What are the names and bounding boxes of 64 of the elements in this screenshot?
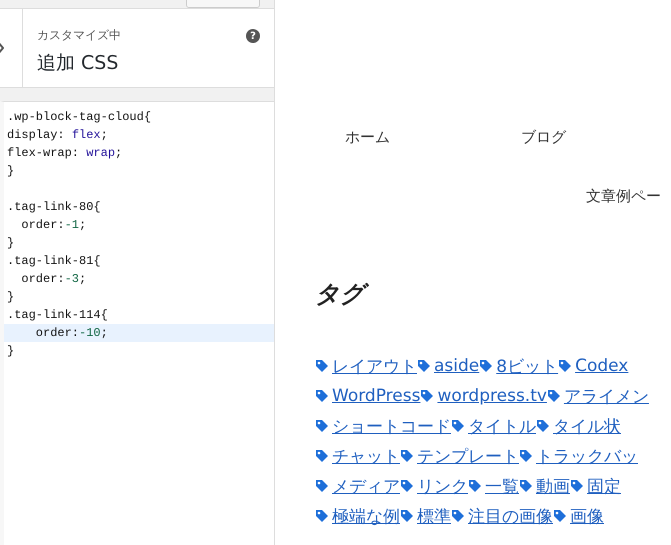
tag-icon (420, 389, 434, 403)
code-line: .tag-link-81{ (6, 253, 102, 270)
tag-link[interactable]: メディア (332, 474, 400, 498)
panel-subtitle: カスタマイズ中 (37, 27, 121, 44)
code-line: order:-1; (20, 217, 88, 234)
tag-icon (315, 479, 329, 493)
tag-link[interactable]: 一覧 (485, 474, 519, 498)
tag-icon (315, 359, 329, 373)
tag-link[interactable]: 8ビット (496, 354, 558, 378)
tag-icon (417, 359, 431, 373)
tag-link[interactable]: 注目の画像 (468, 504, 553, 528)
tag-icon (451, 509, 465, 523)
section-heading: タグ (315, 278, 671, 310)
tag-icon (553, 509, 567, 523)
tag-link[interactable]: タイル状 (553, 414, 621, 438)
tag-icon (536, 419, 550, 433)
code-line: .wp-block-tag-cloud{ (6, 109, 152, 126)
tag-link[interactable]: トラックバッ (536, 444, 638, 468)
tag-icon (558, 359, 572, 373)
code-line: .tag-link-114{ (6, 307, 109, 324)
tag-link[interactable]: チャット (332, 444, 400, 468)
tag-link[interactable]: 動画 (536, 474, 570, 498)
code-line: } (6, 343, 16, 360)
tag-icon (546, 389, 561, 403)
code-line: .tag-link-80{ (6, 199, 102, 216)
tag-link[interactable]: テンプレート (417, 444, 519, 468)
tag-link[interactable]: 固定 (587, 474, 621, 498)
tag-icon (570, 479, 584, 493)
nav-link[interactable]: ホーム (345, 128, 521, 147)
tag-link[interactable]: WordPress (332, 386, 420, 406)
tag-icon (519, 449, 533, 463)
tag-link[interactable]: ショートコード (332, 414, 451, 438)
nav-link[interactable]: 文章例ペー (586, 187, 661, 206)
tag-link[interactable]: 標準 (417, 504, 451, 528)
tag-icon (468, 479, 482, 493)
tag-icon (315, 509, 329, 523)
tag-icon (451, 419, 465, 433)
code-line: flex-wrap: wrap; (6, 145, 124, 162)
tag-icon (400, 479, 414, 493)
code-line: } (6, 163, 16, 180)
code-line: order:-3; (20, 271, 88, 288)
tag-icon (315, 449, 329, 463)
tag-icon (315, 419, 329, 433)
tag-link[interactable]: リンク (417, 474, 468, 498)
help-icon[interactable]: ? (246, 29, 260, 43)
tag-link[interactable]: aside (434, 356, 480, 376)
tag-link[interactable]: Codex (575, 356, 628, 376)
tag-icon (315, 389, 329, 403)
code-line: display: flex; (6, 127, 109, 144)
tag-icon (479, 359, 494, 373)
code-line: } (6, 289, 16, 306)
tag-link[interactable]: タイトル (468, 414, 536, 438)
panel-title: 追加 CSS (37, 51, 118, 76)
tag-icon (400, 509, 414, 523)
tag-icon (519, 479, 533, 493)
tag-link[interactable]: 画像 (570, 504, 604, 528)
tag-link[interactable]: wordpress.tv (437, 386, 547, 406)
tag-link[interactable]: アライメン (564, 384, 649, 408)
tag-icon (400, 449, 414, 463)
tag-link[interactable]: レイアウト (332, 354, 417, 378)
code-line: } (6, 235, 16, 252)
code-editor[interactable]: .wp-block-tag-cloud{ display: flex; flex-wrap: wrap; } .tag-link-80{ order:-1; } .tag-link-81{ order:-3; } .tag-link-114{ order:-10; } (0, 101, 274, 545)
nav-link[interactable]: ブログ (521, 128, 671, 147)
tag-link[interactable]: 極端な例 (332, 504, 400, 528)
